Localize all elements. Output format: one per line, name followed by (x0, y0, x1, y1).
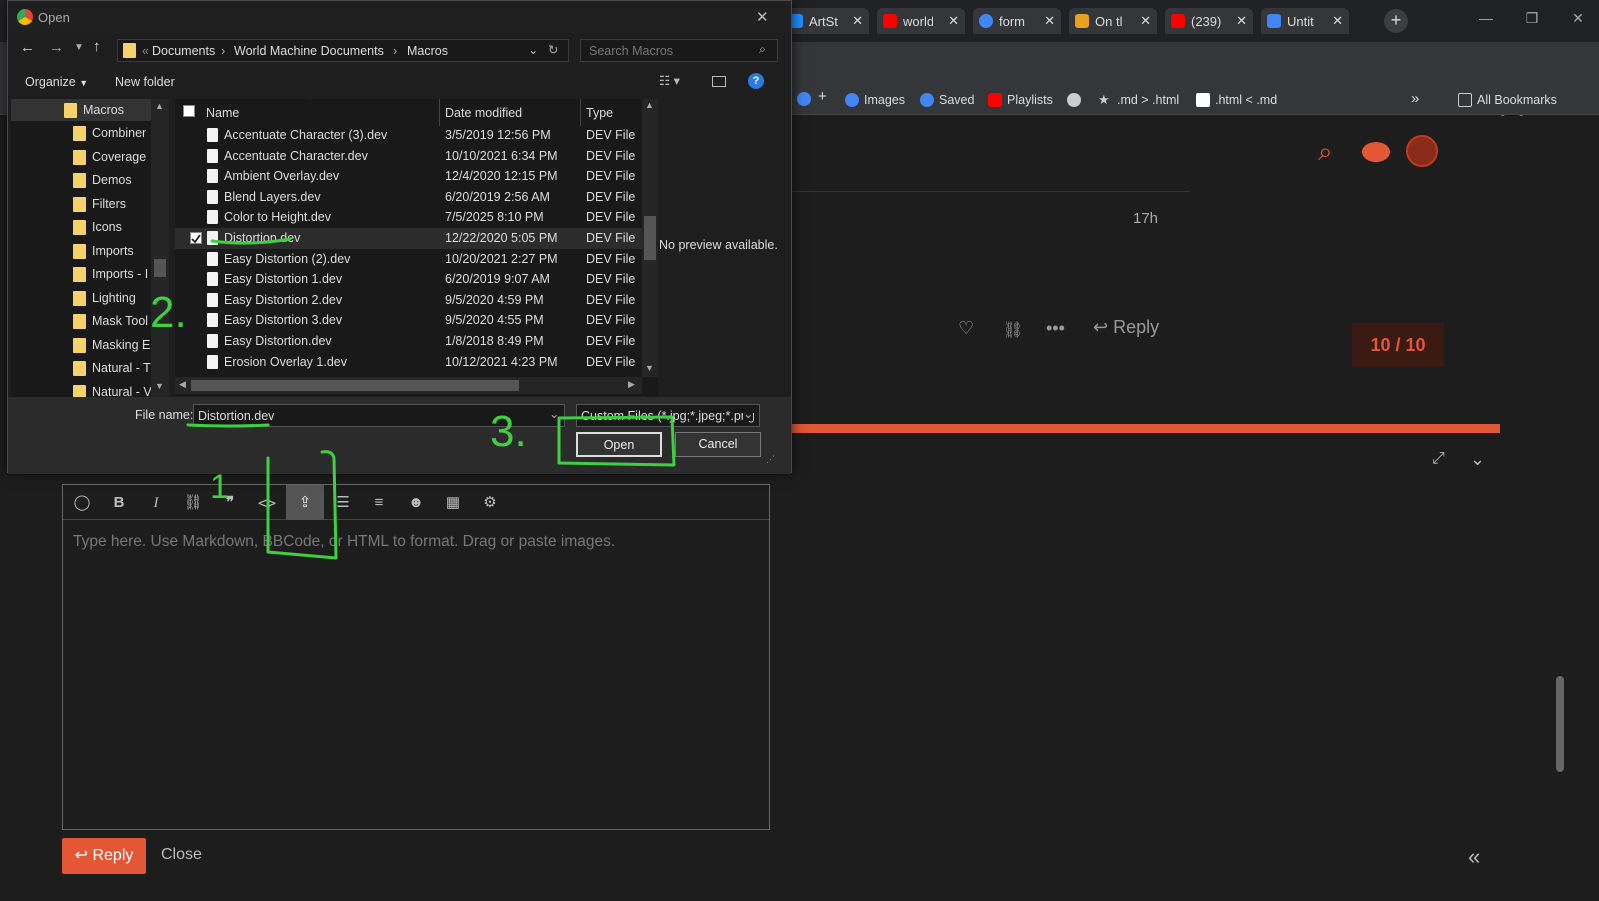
annotation-step3: 3. (490, 407, 527, 456)
annotation-step1: 1 (210, 468, 229, 506)
annotation-overlay: 1 2. 3. (150, 237, 676, 560)
annotation-underline-filename (186, 423, 270, 428)
annotation-step2: 2. (150, 288, 187, 337)
annotation-box-open (557, 415, 676, 467)
annotation-underline-file (210, 237, 292, 245)
annotation-box-upload (266, 450, 338, 560)
